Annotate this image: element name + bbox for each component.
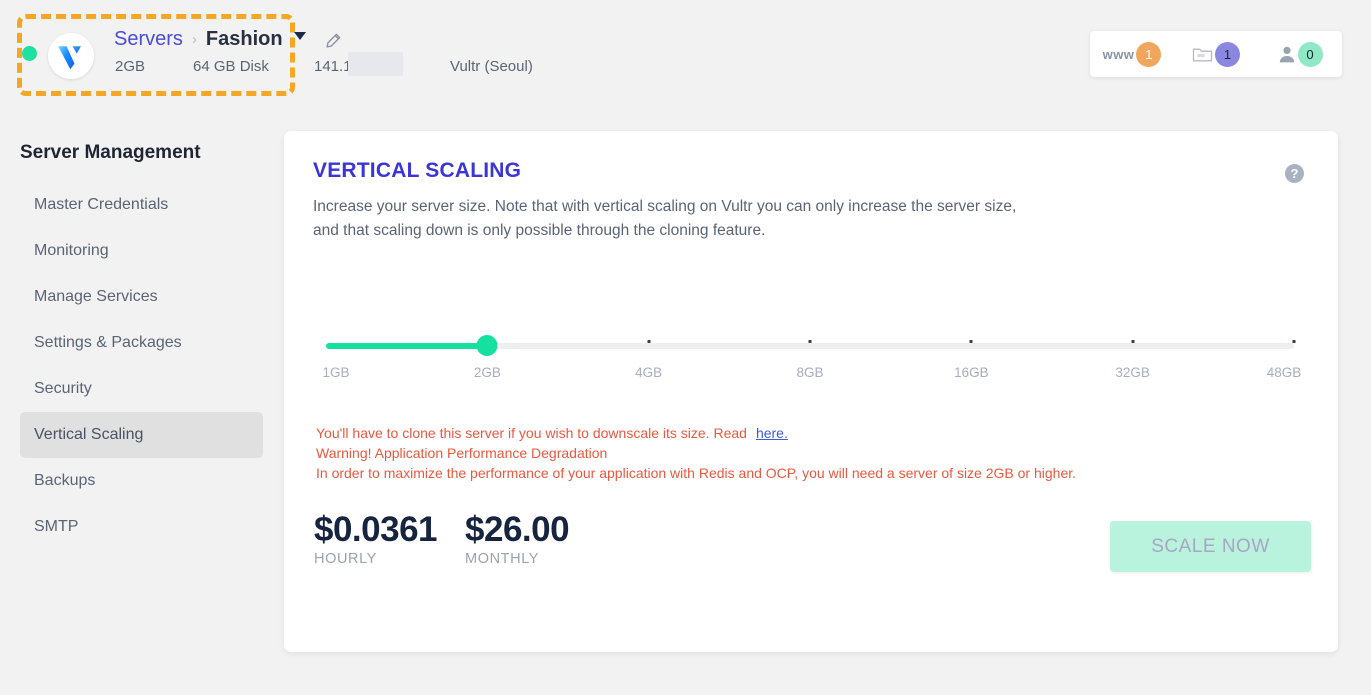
folder-icon <box>1192 45 1213 63</box>
warning-line-redis: In order to maximize the performance of … <box>316 465 1077 481</box>
slider-tick <box>969 340 973 343</box>
slider-label[interactable]: 16GB <box>954 365 989 380</box>
page-title: VERTICAL SCALING <box>313 159 522 182</box>
pencil-icon[interactable] <box>325 33 341 49</box>
slider-label[interactable]: 2GB <box>474 365 501 380</box>
sidebar: Server Management Master Credentials Moni… <box>0 110 283 695</box>
breadcrumb-current-server: Fashion <box>205 28 283 50</box>
server-specs: 2GB 64 GB Disk <box>115 58 269 75</box>
slider-thumb[interactable] <box>476 335 498 356</box>
pricing-summary: $0.0361 HOURLY $26.00 MONTHLY <box>314 510 597 568</box>
price-monthly-value: $26.00 <box>465 510 570 549</box>
warning-here-link[interactable]: here. <box>756 425 788 441</box>
slider-fill <box>326 343 488 349</box>
sidebar-item-label: SMTP <box>34 518 79 535</box>
server-spec-disk: 64 GB Disk <box>193 58 269 75</box>
user-icon <box>1278 45 1296 64</box>
price-monthly-label: MONTHLY <box>465 551 540 567</box>
top-bar: Servers › Fashion 2GB 64 GB Disk 141.1 V… <box>0 0 1371 110</box>
sidebar-item-vertical-scaling[interactable]: Vertical Scaling <box>20 412 263 458</box>
warning-line-clone: You'll have to clone this server if you … <box>316 423 1076 443</box>
badge-folder-count: 1 <box>1215 41 1240 67</box>
slider-tick <box>647 340 651 343</box>
badge-user[interactable]: 0 <box>1258 41 1342 67</box>
slider-tick <box>808 340 812 343</box>
sidebar-item-label: Master Credentials <box>34 196 169 213</box>
resource-badges-card: www 1 1 0 <box>1090 31 1342 77</box>
server-region: Vultr (Seoul) <box>450 58 533 75</box>
sidebar-item-label: Manage Services <box>34 288 158 305</box>
warning-messages: You'll have to clone this server if you … <box>316 423 1076 483</box>
sidebar-item-label: Monitoring <box>34 242 109 259</box>
slider-tick <box>1292 340 1296 343</box>
price-hourly-value: $0.0361 <box>314 510 438 549</box>
server-status-dot <box>22 46 37 61</box>
sidebar-item-smtp[interactable]: SMTP <box>20 504 263 550</box>
breadcrumb-servers-link[interactable]: Servers <box>114 28 183 51</box>
vultr-logo-icon <box>48 33 94 79</box>
warning-line-degradation: Warning! Application Performance Degrada… <box>316 445 608 461</box>
slider-label[interactable]: 4GB <box>635 365 662 380</box>
slider-label[interactable]: 48GB <box>1267 365 1302 380</box>
sidebar-item-monitoring[interactable]: Monitoring <box>20 228 263 274</box>
sidebar-title: Server Management <box>20 142 201 163</box>
question-mark-icon[interactable]: ? <box>1285 164 1304 183</box>
badge-user-count: 0 <box>1297 41 1323 67</box>
sidebar-item-backups[interactable]: Backups <box>20 458 263 504</box>
www-icon: www <box>1102 46 1135 62</box>
sidebar-nav-list: Master Credentials Monitoring Manage Servi… <box>0 182 283 550</box>
sidebar-item-security[interactable]: Security <box>20 366 263 412</box>
slider-tick <box>1131 340 1135 343</box>
slider-label[interactable]: 32GB <box>1115 365 1150 380</box>
warning-clone-text: You'll have to clone this server if you … <box>316 425 747 441</box>
badge-www-count: 1 <box>1136 41 1162 67</box>
breadcrumb: Servers › Fashion <box>114 28 283 51</box>
card-description: Increase your server size. Note that wit… <box>313 198 1017 239</box>
sidebar-item-label: Vertical Scaling <box>34 426 144 443</box>
scale-now-button[interactable]: SCALE NOW <box>1110 521 1311 572</box>
server-size-slider[interactable]: 1GB 2GB 4GB 8GB 16GB 32GB 48GB <box>322 335 1301 396</box>
server-ip-redacted-block <box>348 52 403 76</box>
price-monthly: $26.00 MONTHLY <box>465 510 570 568</box>
breadcrumb-separator-icon: › <box>191 31 197 48</box>
price-hourly-label: HOURLY <box>314 551 377 567</box>
slider-label[interactable]: 1GB <box>322 365 349 380</box>
sidebar-item-settings-packages[interactable]: Settings & Packages <box>20 320 263 366</box>
server-ip-address: 141.1 <box>314 58 352 75</box>
badge-www[interactable]: www 1 <box>1090 41 1174 67</box>
price-hourly: $0.0361 HOURLY <box>314 510 438 568</box>
slider-label[interactable]: 8GB <box>796 365 823 380</box>
sidebar-item-label: Security <box>34 380 92 397</box>
server-spec-ram: 2GB <box>115 58 146 75</box>
sidebar-item-label: Backups <box>34 472 96 489</box>
vertical-scaling-card: VERTICAL SCALING ? Increase your server … <box>284 131 1338 652</box>
sidebar-item-manage-services[interactable]: Manage Services <box>20 274 263 320</box>
server-dropdown-caret-icon[interactable] <box>294 32 306 40</box>
sidebar-item-master-credentials[interactable]: Master Credentials <box>20 182 263 228</box>
sidebar-item-label: Settings & Packages <box>34 334 182 351</box>
badge-folder[interactable]: 1 <box>1174 41 1258 67</box>
